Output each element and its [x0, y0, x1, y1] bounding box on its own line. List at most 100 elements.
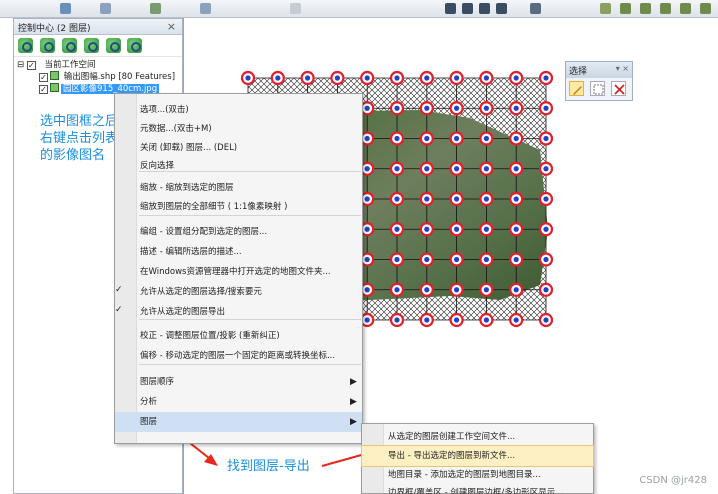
grid-point-marker[interactable] [389, 131, 405, 146]
context-menu-item[interactable]: 缩放 - 缩放到选定的图层 [115, 178, 362, 198]
grid-point-marker[interactable] [419, 191, 434, 207]
grid-point-marker[interactable] [330, 70, 345, 86]
grid-point-marker[interactable] [538, 161, 554, 176]
context-menu-item[interactable]: 校正 - 调整图层位置/投影 (重新纠正) [115, 326, 362, 346]
grid-point-marker[interactable] [479, 161, 494, 176]
submenu-item[interactable]: 从选定的图层创建工作空间文件... [362, 427, 593, 447]
grid-point-marker[interactable] [449, 161, 464, 176]
grid-point-marker[interactable] [449, 70, 464, 86]
grid-point-marker[interactable] [449, 252, 464, 267]
context-menu-item[interactable]: 描述 - 编辑所选层的描述... [115, 242, 362, 262]
context-menu-item[interactable]: 选项...(双击) [115, 100, 362, 120]
grid-point-marker[interactable] [509, 161, 524, 176]
grid-point-marker[interactable] [389, 101, 405, 116]
grid-point-marker[interactable] [419, 312, 434, 328]
grid-point-marker[interactable] [360, 70, 375, 86]
grid-point-marker[interactable] [479, 312, 494, 328]
toolbar-window-controls[interactable]: ▾ × [616, 64, 629, 73]
grid-point-marker[interactable] [449, 101, 464, 116]
grid-point-marker[interactable] [479, 222, 494, 237]
layer-checkbox[interactable]: ✓ [39, 85, 48, 94]
grid-point-marker[interactable] [509, 191, 524, 207]
grid-point-marker[interactable] [538, 222, 554, 237]
grid-point-marker[interactable] [360, 161, 375, 176]
grid-point-marker[interactable] [538, 70, 554, 86]
context-menu-item[interactable]: 在Windows资源管理器中打开选定的地图文件夹... [115, 262, 362, 282]
grid-point-marker[interactable] [509, 222, 524, 237]
grid-point-marker[interactable] [538, 312, 554, 328]
tree-expander-icon[interactable]: ⊟ [17, 60, 24, 70]
grid-point-marker[interactable] [419, 70, 434, 86]
grid-point-marker[interactable] [509, 131, 524, 146]
grid-point-marker[interactable] [419, 282, 434, 297]
layer-checkbox[interactable]: ✓ [39, 73, 48, 82]
grid-point-marker[interactable] [509, 101, 524, 116]
grid-point-marker[interactable] [479, 131, 494, 146]
pencil-select-icon[interactable] [569, 81, 584, 96]
grid-point-marker[interactable] [419, 252, 434, 267]
grid-point-marker[interactable] [389, 70, 405, 86]
select-rectangle-icon[interactable] [589, 81, 605, 96]
grid-point-marker[interactable] [509, 312, 524, 328]
context-menu-item[interactable]: 元数据...(双击+M) [115, 119, 362, 139]
grid-point-marker[interactable] [419, 222, 434, 237]
grid-point-marker[interactable] [509, 282, 524, 297]
grid-point-marker[interactable] [538, 101, 554, 116]
context-menu-item[interactable]: 偏移 - 移动选定的图层一个固定的距离或转换坐标... [115, 346, 362, 366]
grid-point-marker[interactable] [419, 101, 434, 116]
grid-point-marker[interactable] [449, 222, 464, 237]
grid-point-marker[interactable] [360, 312, 375, 328]
zoom-layer-icon[interactable] [18, 38, 33, 53]
context-menu-item[interactable]: 反向选择 [115, 156, 362, 176]
grid-point-marker[interactable] [419, 161, 434, 176]
context-menu-item[interactable]: 图层 [115, 412, 362, 432]
grid-point-marker[interactable] [360, 101, 375, 116]
grid-point-marker[interactable] [360, 252, 375, 267]
grid-point-marker[interactable] [389, 282, 405, 297]
grid-point-marker[interactable] [538, 282, 554, 297]
context-menu-item[interactable]: 图层顺序 [115, 372, 362, 392]
context-menu-item[interactable]: 编组 - 设置组分配到选定的图层... [115, 222, 362, 242]
context-menu-item[interactable]: 缩放到图层的全部细节 ( 1:1像素映射 ) [115, 197, 362, 217]
grid-point-marker[interactable] [419, 131, 434, 146]
layer-checkbox[interactable]: ✓ [26, 61, 36, 70]
grid-point-marker[interactable] [270, 70, 285, 86]
grid-point-marker[interactable] [360, 282, 375, 297]
grid-point-marker[interactable] [389, 222, 405, 237]
context-menu-item[interactable]: 关闭 (卸载) 图层... (DEL) [115, 138, 362, 158]
grid-point-marker[interactable] [389, 161, 405, 176]
grid-point-marker[interactable] [360, 191, 375, 207]
grid-point-marker[interactable] [509, 70, 524, 86]
layer-view-icon[interactable] [127, 38, 143, 53]
panel-close-button[interactable]: × [167, 20, 176, 33]
submenu-item[interactable]: 地图目录 - 添加选定的图层到地图目录... [362, 465, 593, 485]
grid-point-marker[interactable] [538, 191, 554, 207]
submenu-item[interactable]: 导出 - 导出选定的图层到新文件... [361, 445, 594, 467]
grid-point-marker[interactable] [479, 191, 494, 207]
grid-point-marker[interactable] [449, 282, 464, 297]
grid-point-marker[interactable] [389, 312, 405, 328]
clear-selection-icon[interactable] [610, 81, 626, 96]
layer-filter-icon[interactable] [105, 38, 121, 53]
grid-point-marker[interactable] [538, 252, 554, 267]
grid-point-marker[interactable] [300, 70, 315, 86]
remove-layer-icon[interactable] [61, 38, 77, 53]
grid-point-marker[interactable] [360, 131, 375, 146]
grid-point-marker[interactable] [360, 222, 375, 237]
tree-item-shapefile[interactable]: ✓ 输出图幅.shp [80 Features] [17, 71, 179, 83]
grid-point-marker[interactable] [479, 70, 494, 86]
grid-point-marker[interactable] [389, 191, 405, 207]
layer-group-icon[interactable] [83, 38, 99, 53]
grid-point-marker[interactable] [389, 252, 405, 267]
tree-item-workspace[interactable]: ⊟ ✓ 当前工作空间 [17, 59, 179, 71]
grid-point-marker[interactable] [240, 70, 256, 86]
submenu-item[interactable]: 边界框/覆盖区 - 创建图层边框/多边形区显示... [362, 483, 593, 494]
context-menu-item[interactable]: 允许从选定的图层选择/搜索要元 [115, 282, 362, 302]
grid-point-marker[interactable] [449, 191, 464, 207]
grid-point-marker[interactable] [538, 131, 554, 146]
add-layer-icon[interactable] [39, 38, 55, 53]
grid-point-marker[interactable] [479, 282, 494, 297]
grid-point-marker[interactable] [509, 252, 524, 267]
grid-point-marker[interactable] [449, 312, 464, 328]
grid-point-marker[interactable] [479, 252, 494, 267]
